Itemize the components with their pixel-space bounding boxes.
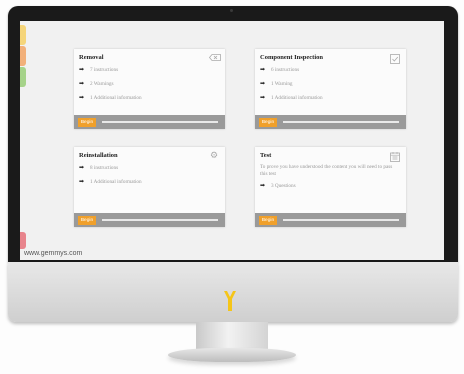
arrow-right-icon: ➡ [79, 178, 85, 185]
card-component-inspection[interactable]: Component Inspection ➡ 6 instructions ➡ 1 … [255, 49, 406, 129]
camera-dot [230, 9, 233, 12]
card-body: To prove you have understood the content… [260, 164, 401, 196]
arrow-right-icon: ➡ [79, 66, 85, 73]
monitor-stand-base [168, 348, 296, 362]
card-title: Removal [79, 54, 104, 61]
list-item: ➡ 1 Warning [260, 80, 401, 87]
card-reinstallation[interactable]: Reinstallation ⚙ ➡ 8 instructions ➡ 1 Addi… [74, 147, 225, 227]
monitor-stand-neck [196, 322, 268, 350]
begin-button[interactable]: Begin [259, 117, 277, 127]
list-item: ➡ 6 instructions [260, 66, 401, 73]
side-tab-green[interactable] [20, 67, 26, 87]
card-removal[interactable]: Removal ➡ 7 instructions ➡ 2 Warnings ➡ 1 A… [74, 49, 225, 129]
item-label: 6 instructions [271, 66, 300, 73]
arrow-right-icon: ➡ [260, 80, 266, 87]
item-label: 1 Warning [271, 80, 293, 87]
list-item: ➡ 8 instructions [79, 164, 220, 171]
arrow-right-icon: ➡ [79, 80, 85, 87]
side-tab-yellow[interactable] [20, 25, 26, 45]
arrow-right-icon: ➡ [260, 182, 266, 189]
side-tab-red[interactable] [20, 232, 26, 249]
progress-bar [283, 219, 399, 221]
item-label: 2 Warnings [90, 80, 114, 87]
list-item: ➡ 1 Additional information [260, 94, 401, 101]
item-label: 8 instructions [90, 164, 119, 171]
begin-button[interactable]: Begin [259, 215, 277, 225]
arrow-right-icon: ➡ [79, 94, 85, 101]
item-label: 1 Additional information [90, 94, 142, 101]
eraser-icon [208, 54, 221, 63]
card-title: Component Inspection [260, 54, 324, 61]
list-item: ➡ 2 Warnings [79, 80, 220, 87]
item-label: 1 Additional information [271, 94, 323, 101]
progress-bar [102, 219, 218, 221]
item-label: 3 Questions [271, 182, 296, 189]
begin-button[interactable]: Begin [78, 215, 96, 225]
app-screen: Removal ➡ 7 instructions ➡ 2 Warnings ➡ 1 A… [20, 21, 444, 260]
card-body: ➡ 7 instructions ➡ 2 Warnings ➡ 1 Additiona… [79, 66, 220, 108]
list-item: ➡ 7 instructions [79, 66, 220, 73]
checkbox-icon [390, 54, 400, 64]
progress-bar [102, 121, 218, 123]
side-tab-orange[interactable] [20, 46, 26, 66]
arrow-right-icon: ➡ [260, 94, 266, 101]
begin-button[interactable]: Begin [78, 117, 96, 127]
item-label: 1 Additional information [90, 178, 142, 185]
brand-logo [223, 290, 237, 312]
card-description: To prove you have understood the content… [260, 164, 393, 177]
list-item: ➡ 1 Additional information [79, 178, 220, 185]
arrow-right-icon: ➡ [260, 66, 266, 73]
card-body: ➡ 8 instructions ➡ 1 Additional informatio… [79, 164, 220, 192]
card-footer: Begin [255, 115, 406, 129]
card-title: Reinstallation [79, 152, 118, 159]
card-footer: Begin [74, 213, 225, 227]
item-label: 7 instructions [90, 66, 119, 73]
card-footer: Begin [255, 213, 406, 227]
card-footer: Begin [74, 115, 225, 129]
card-title: Test [260, 152, 272, 159]
card-test[interactable]: Test To prove you have understood the co… [255, 147, 406, 227]
progress-bar [283, 121, 399, 123]
gear-icon: ⚙ [209, 151, 219, 161]
arrow-right-icon: ➡ [79, 164, 85, 171]
list-item: ➡ 3 Questions [260, 182, 401, 189]
site-watermark: www.gemmys.com [24, 250, 83, 257]
card-body: ➡ 6 instructions ➡ 1 Warning ➡ 1 Additional… [260, 66, 401, 108]
calendar-icon [390, 152, 400, 162]
stage: Removal ➡ 7 instructions ➡ 2 Warnings ➡ 1 A… [0, 0, 464, 374]
list-item: ➡ 1 Additional information [79, 94, 220, 101]
